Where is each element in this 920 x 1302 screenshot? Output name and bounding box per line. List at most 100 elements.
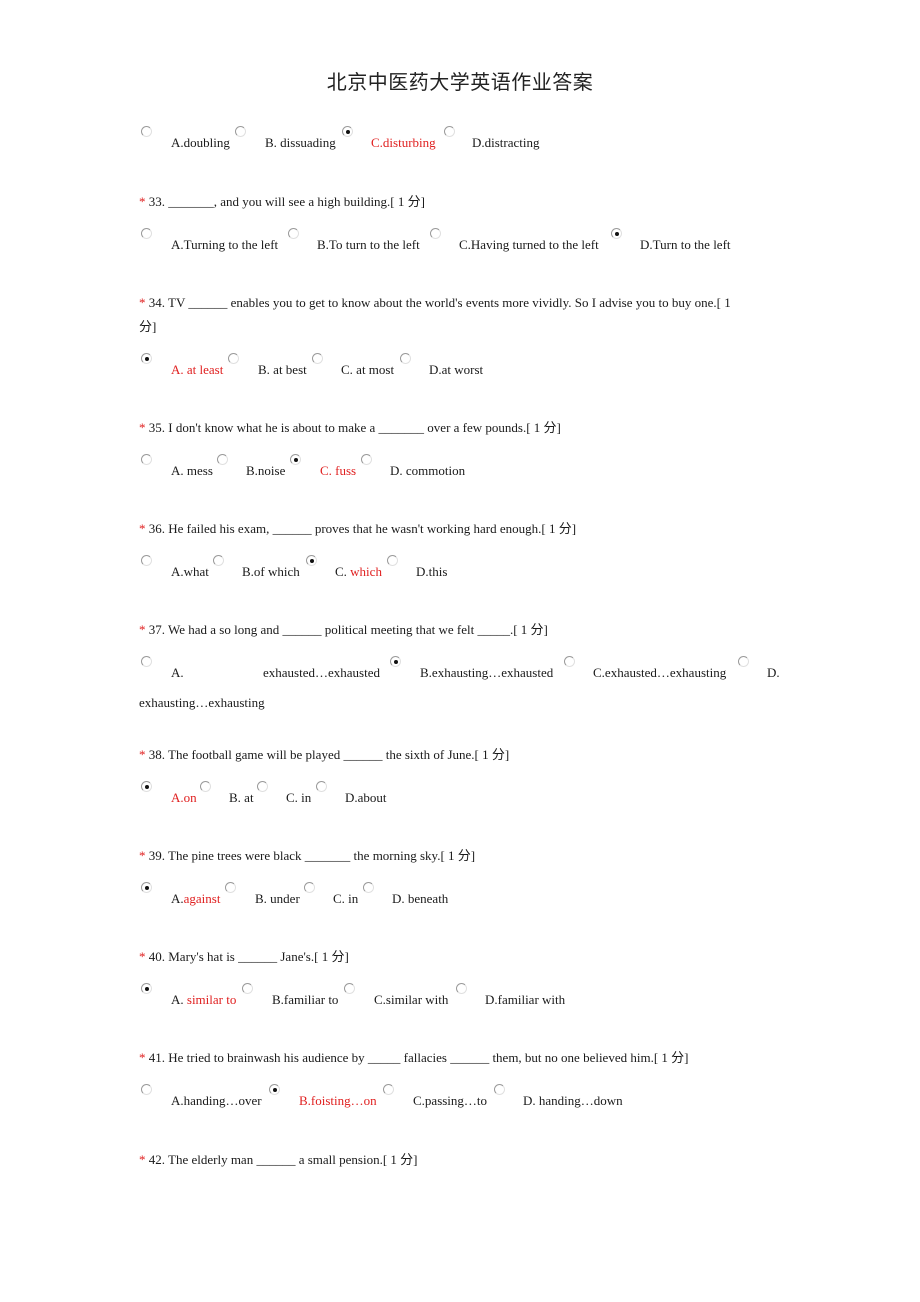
radio-option-d[interactable] <box>363 882 374 893</box>
option-a-label: A. similar to <box>171 992 236 1008</box>
radio-option-c[interactable] <box>306 555 317 566</box>
radio-option-a[interactable] <box>141 353 152 364</box>
option-b-label: B. at <box>229 790 254 805</box>
option-a-prefix: A. <box>171 891 184 906</box>
question-text: 38. The football game will be played ___… <box>148 747 510 762</box>
option-d-label: D.distracting <box>472 135 540 150</box>
option-a-answer-correct: similar to <box>186 992 237 1007</box>
option-c-label-correct: C. fuss <box>320 463 357 478</box>
radio-option-c[interactable] <box>342 126 353 137</box>
question-33-options: A.Turning to the left B.To turn to the l… <box>139 227 784 257</box>
option-d-prefix: D. <box>767 665 780 680</box>
radio-option-a[interactable] <box>141 126 152 137</box>
question-text-cont: 分] <box>139 319 157 334</box>
required-star: * <box>139 747 146 762</box>
required-star: * <box>139 848 146 863</box>
radio-option-a[interactable] <box>141 882 152 893</box>
page-title: 北京中医药大学英语作业答案 <box>326 70 594 94</box>
radio-option-c[interactable] <box>290 454 301 465</box>
radio-option-a[interactable] <box>141 656 152 667</box>
option-c-label: C. at most <box>341 362 395 377</box>
radio-option-b[interactable] <box>213 555 224 566</box>
radio-option-b[interactable] <box>225 882 236 893</box>
question-text: 41. He tried to brainwash his audience b… <box>148 1050 689 1065</box>
question-35: * 35. I don't know what he is about to m… <box>139 416 781 440</box>
option-a-label: A.doubling <box>171 135 230 150</box>
question-41: * 41. He tried to brainwash his audience… <box>139 1046 781 1070</box>
question-38: * 38. The football game will be played _… <box>139 743 781 767</box>
question-33: * 33. _______, and you will see a high b… <box>139 190 781 214</box>
radio-option-b[interactable] <box>242 983 253 994</box>
radio-option-d[interactable] <box>387 555 398 566</box>
radio-option-c[interactable] <box>257 781 268 792</box>
question-39-options: A.against B. under C. in D. beneath <box>139 881 784 911</box>
question-34-options: A. at least B. at best C. at most D.at w… <box>139 352 784 382</box>
required-star: * <box>139 1050 146 1065</box>
question-38-options: A.on B. at C. in D.about <box>139 780 784 810</box>
radio-option-a[interactable] <box>141 454 152 465</box>
radio-option-c[interactable] <box>564 656 575 667</box>
radio-option-d[interactable] <box>361 454 372 465</box>
question-39: * 39. The pine trees were black _______ … <box>139 844 781 868</box>
radio-option-b[interactable] <box>288 228 299 239</box>
option-d-label: D.at worst <box>429 362 484 377</box>
option-b-label-correct: B.foisting…on <box>299 1093 377 1108</box>
required-star: * <box>139 521 146 536</box>
option-b-label: B.To turn to the left <box>317 237 420 252</box>
option-d-label: D. commotion <box>390 463 466 478</box>
question-text: 34. TV ______ enables you to get to know… <box>148 295 731 310</box>
radio-option-b[interactable] <box>269 1084 280 1095</box>
required-star: * <box>139 949 146 964</box>
question-36-options: A.what B.of which C. which D.this <box>139 554 784 584</box>
radio-option-a[interactable] <box>141 1084 152 1095</box>
option-d-label: D. beneath <box>392 891 449 906</box>
option-d-label: D.about <box>345 790 387 805</box>
required-star: * <box>139 194 146 209</box>
option-b-label: B.of which <box>242 564 300 579</box>
radio-option-d[interactable] <box>444 126 455 137</box>
option-d-label: exhausting…exhausting <box>139 695 265 710</box>
radio-option-a[interactable] <box>141 983 152 994</box>
radio-option-d[interactable] <box>316 781 327 792</box>
option-a-label: exhausted…exhausted <box>263 665 380 680</box>
required-star: * <box>139 1152 146 1167</box>
question-text: 35. I don't know what he is about to mak… <box>148 420 561 435</box>
question-32-options: A.doubling B. dissuading C.disturbing D.… <box>139 125 784 155</box>
option-c-label-correct: C.disturbing <box>371 135 436 150</box>
radio-option-d[interactable] <box>456 983 467 994</box>
radio-option-b[interactable] <box>390 656 401 667</box>
option-a-label: A. mess <box>171 463 213 478</box>
radio-option-c[interactable] <box>312 353 323 364</box>
radio-option-c[interactable] <box>304 882 315 893</box>
radio-option-c[interactable] <box>383 1084 394 1095</box>
question-text: 39. The pine trees were black _______ th… <box>148 848 476 863</box>
radio-option-c[interactable] <box>430 228 441 239</box>
radio-option-b[interactable] <box>200 781 211 792</box>
radio-option-d[interactable] <box>611 228 622 239</box>
radio-option-d[interactable] <box>738 656 749 667</box>
radio-option-b[interactable] <box>235 126 246 137</box>
option-a-answer-correct: against <box>183 891 221 906</box>
question-text: 37. We had a so long and ______ politica… <box>148 622 548 637</box>
required-star: * <box>139 295 146 310</box>
question-41-options: A.handing…over B.foisting…on C.passing…t… <box>139 1083 784 1113</box>
option-a-label-correct: A.on <box>171 790 197 805</box>
option-a-label: A.what <box>171 564 209 579</box>
radio-option-d[interactable] <box>400 353 411 364</box>
option-b-label: B.familiar to <box>272 992 339 1007</box>
radio-option-b[interactable] <box>228 353 239 364</box>
radio-option-b[interactable] <box>217 454 228 465</box>
option-c-prefix: C. <box>335 564 351 579</box>
radio-option-d[interactable] <box>494 1084 505 1095</box>
option-c-label: C.Having turned to the left <box>459 237 599 252</box>
radio-option-a[interactable] <box>141 555 152 566</box>
radio-option-c[interactable] <box>344 983 355 994</box>
radio-option-a[interactable] <box>141 228 152 239</box>
question-34: * 34. TV ______ enables you to get to kn… <box>139 291 781 339</box>
question-35-options: A. mess B.noise C. fuss D. commotion <box>139 453 784 483</box>
question-37: * 37. We had a so long and ______ politi… <box>139 618 781 642</box>
option-a-label: A.handing…over <box>171 1093 262 1108</box>
question-37-options: A. exhausted…exhausted B.exhausting…exha… <box>139 655 784 715</box>
question-42: * 42. The elderly man ______ a small pen… <box>139 1148 781 1172</box>
radio-option-a[interactable] <box>141 781 152 792</box>
